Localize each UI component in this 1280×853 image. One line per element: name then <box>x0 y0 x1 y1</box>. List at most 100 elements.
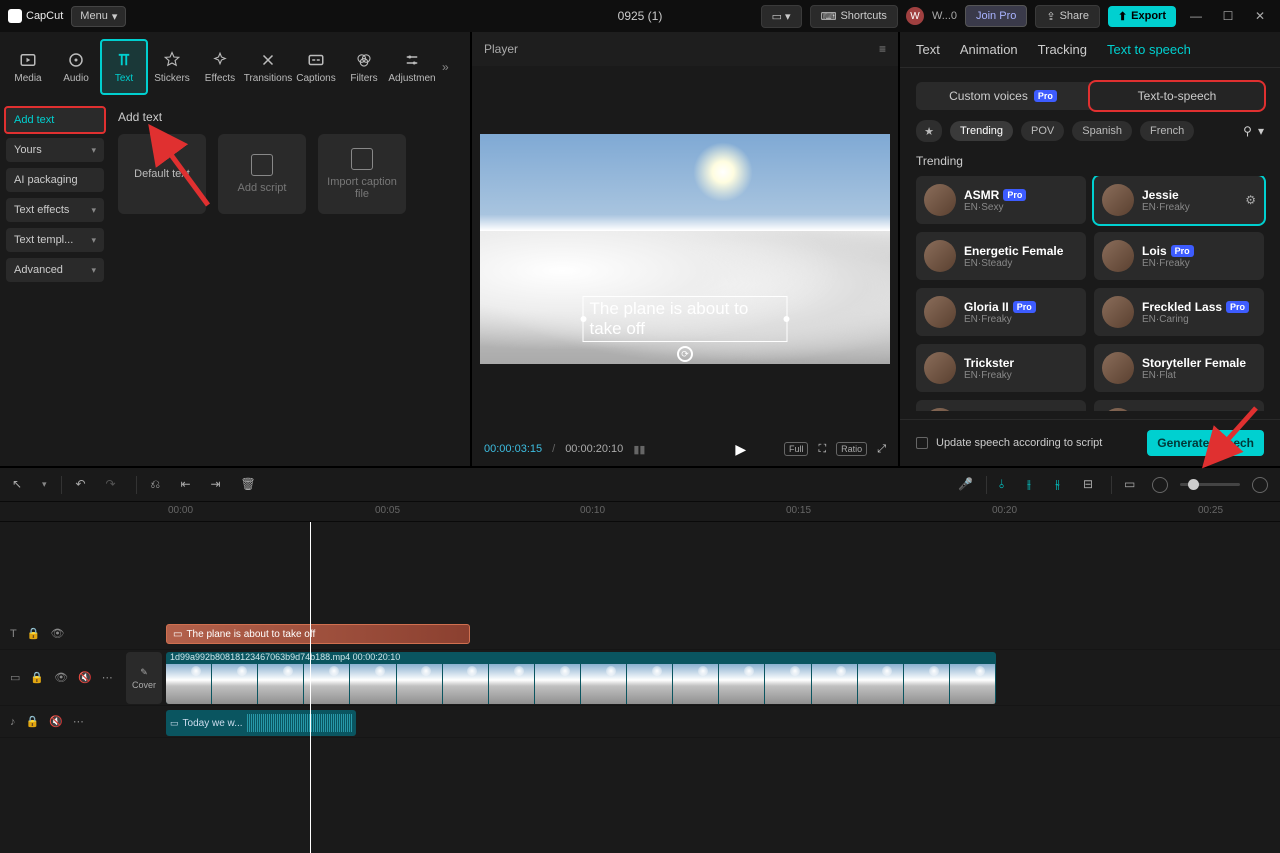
audio-track-icon: ♪ <box>10 716 16 728</box>
lock-icon[interactable]: 🔒 <box>26 715 40 728</box>
favorites-chip[interactable]: ★ <box>916 120 942 142</box>
filter-icon[interactable]: ⚲ <box>1243 124 1252 138</box>
update-speech-checkbox[interactable] <box>916 437 928 449</box>
track-more-icon[interactable]: ⋯ <box>73 715 84 728</box>
tile-import-caption[interactable]: Import caption file <box>318 134 406 214</box>
tab-audio[interactable]: Audio <box>52 39 100 95</box>
sidebar-item-yours[interactable]: Yours <box>6 138 104 162</box>
voice-freckled-lass[interactable]: Freckled LassProEN·Caring <box>1094 288 1264 336</box>
zoom-in-icon[interactable] <box>1252 477 1268 493</box>
chip-pov[interactable]: POV <box>1021 121 1064 141</box>
timeline-ruler[interactable]: 00:00 00:05 00:10 00:15 00:20 00:25 <box>0 502 1280 522</box>
tab-media[interactable]: Media <box>4 39 52 95</box>
preview-toggle-icon[interactable]: ▭ <box>1124 477 1140 493</box>
cover-button[interactable]: ✎ Cover <box>126 652 162 704</box>
maximize-icon[interactable]: ☐ <box>1216 9 1240 23</box>
lock-icon[interactable]: 🔒 <box>30 671 44 684</box>
tab-filters[interactable]: Filters <box>340 39 388 95</box>
tab-effects[interactable]: Effects <box>196 39 244 95</box>
lock-icon[interactable]: 🔒 <box>27 627 41 640</box>
voice-gloria-ii[interactable]: Gloria IIProEN·Freaky <box>916 288 1086 336</box>
visibility-icon[interactable]: 👁 <box>50 627 64 640</box>
share-button[interactable]: ⇪ Share <box>1035 5 1100 28</box>
redo-icon[interactable]: ↷ <box>106 477 122 493</box>
full-button[interactable]: Full <box>784 442 809 456</box>
generate-speech-button[interactable]: Generate speech <box>1147 430 1264 456</box>
preview-menu-icon[interactable]: ≡ <box>879 42 886 56</box>
close-icon[interactable]: ✕ <box>1248 9 1272 23</box>
sidebar-item-add-text[interactable]: Add text <box>6 108 104 132</box>
trim-right-icon[interactable]: ⇥ <box>211 477 227 493</box>
chip-trending[interactable]: Trending <box>950 121 1013 141</box>
rtab-animation[interactable]: Animation <box>960 42 1018 57</box>
sidebar-item-text-templates[interactable]: Text templ... <box>6 228 104 252</box>
rotate-handle-icon[interactable]: ⟳ <box>677 346 693 362</box>
more-tabs-icon[interactable]: » <box>436 60 455 74</box>
tab-text[interactable]: Text <box>100 39 148 95</box>
voice-options-icon[interactable]: ⚙ <box>1245 193 1256 207</box>
voice-storyteller-female[interactable]: Storyteller FemaleEN·Flat <box>1094 344 1264 392</box>
mute-icon[interactable]: 🔇 <box>49 715 63 728</box>
layout-toggle[interactable]: ▭ ▾ <box>761 5 802 28</box>
split-icon[interactable]: ⎌ <box>151 477 167 493</box>
preview-canvas[interactable]: The plane is about to take off ⟳ <box>480 134 890 364</box>
crop-icon[interactable]: ⛶ <box>818 443 826 456</box>
rtab-text-to-speech[interactable]: Text to speech <box>1107 42 1191 57</box>
chip-french[interactable]: French <box>1140 121 1194 141</box>
visibility-icon[interactable]: 👁 <box>54 671 68 684</box>
audio-clip[interactable]: ▭ Today we w... <box>166 710 356 736</box>
tab-transitions[interactable]: Transitions <box>244 39 292 95</box>
ratio-button[interactable]: Ratio <box>836 442 867 456</box>
trim-left-icon[interactable]: ⇤ <box>181 477 197 493</box>
fullscreen-icon[interactable]: ⤢ <box>877 443 886 456</box>
voice-female-sales-ii[interactable]: Female Sales IIProEN·Caring <box>916 400 1086 411</box>
avatar <box>1102 296 1134 328</box>
voice-lois[interactable]: LoisProEN·Freaky <box>1094 232 1264 280</box>
sidebar-item-text-effects[interactable]: Text effects <box>6 198 104 222</box>
voice-energetic-female[interactable]: Energetic FemaleEN·Steady <box>916 232 1086 280</box>
tile-default-text[interactable]: Default text <box>118 134 206 214</box>
join-pro-button[interactable]: Join Pro <box>965 5 1027 27</box>
tab-captions[interactable]: Captions <box>292 39 340 95</box>
voice-jessie[interactable]: JessieEN·Freaky⚙ <box>1094 176 1264 224</box>
select-tool-icon[interactable]: ↖ <box>12 477 28 493</box>
video-clip[interactable]: 1d99a992b808181234670​63b9d74b188.mp4 00… <box>166 652 996 704</box>
magnet-aux-icon[interactable]: ⫲ <box>1027 477 1043 493</box>
zoom-out-icon[interactable] <box>1152 477 1168 493</box>
shortcuts-button[interactable]: ⌨ Shortcuts <box>810 5 898 28</box>
text-clip[interactable]: ▭ The plane is about to take off <box>166 624 470 644</box>
sidebar-item-ai-packaging[interactable]: AI packaging <box>6 168 104 192</box>
undo-icon[interactable]: ↶ <box>76 477 92 493</box>
menu-button[interactable]: Menu▾ <box>71 6 126 27</box>
tab-adjustment[interactable]: Adjustmen <box>388 39 436 95</box>
align-icon[interactable]: ⊟ <box>1083 477 1099 493</box>
mic-icon[interactable]: 🎤 <box>958 477 974 493</box>
sidebar-item-advanced[interactable]: Advanced <box>6 258 104 282</box>
playhead[interactable] <box>310 522 311 853</box>
rtab-tracking[interactable]: Tracking <box>1038 42 1087 57</box>
voice-spanish-male[interactable]: Spanish MaleES·Caring <box>1094 400 1264 411</box>
workspace-avatar[interactable]: W <box>906 7 924 25</box>
select-dropdown-icon[interactable]: ▾ <box>42 479 47 490</box>
voice-asmr[interactable]: ASMRProEN·Sexy <box>916 176 1086 224</box>
magnet-main-icon[interactable]: ⫰ <box>999 477 1015 493</box>
text-overlay[interactable]: The plane is about to take off <box>583 296 788 342</box>
export-button[interactable]: ⬆ Export <box>1108 6 1176 27</box>
mode-custom-voices[interactable]: Custom voicesPro <box>916 82 1090 110</box>
rtab-text[interactable]: Text <box>916 42 940 57</box>
voice-trickster[interactable]: TricksterEN·Freaky <box>916 344 1086 392</box>
mode-text-to-speech[interactable]: Text-to-speech <box>1090 82 1264 110</box>
zoom-slider[interactable] <box>1180 483 1240 486</box>
color-bars-icon[interactable]: ▮▮ <box>633 443 645 456</box>
chevron-down-icon[interactable]: ▾ <box>1258 124 1264 138</box>
play-button[interactable]: ▶ <box>735 441 746 458</box>
tile-add-script[interactable]: Add script <box>218 134 306 214</box>
track-more-icon[interactable]: ⋯ <box>102 671 113 684</box>
mute-icon[interactable]: 🔇 <box>78 671 92 684</box>
delete-icon[interactable]: 🗑 <box>241 477 257 493</box>
magnet-link-icon[interactable]: ⫳ <box>1055 477 1071 493</box>
tab-stickers[interactable]: Stickers <box>148 39 196 95</box>
content-title: Add text <box>118 110 462 124</box>
minimize-icon[interactable]: — <box>1184 9 1208 23</box>
chip-spanish[interactable]: Spanish <box>1072 121 1132 141</box>
